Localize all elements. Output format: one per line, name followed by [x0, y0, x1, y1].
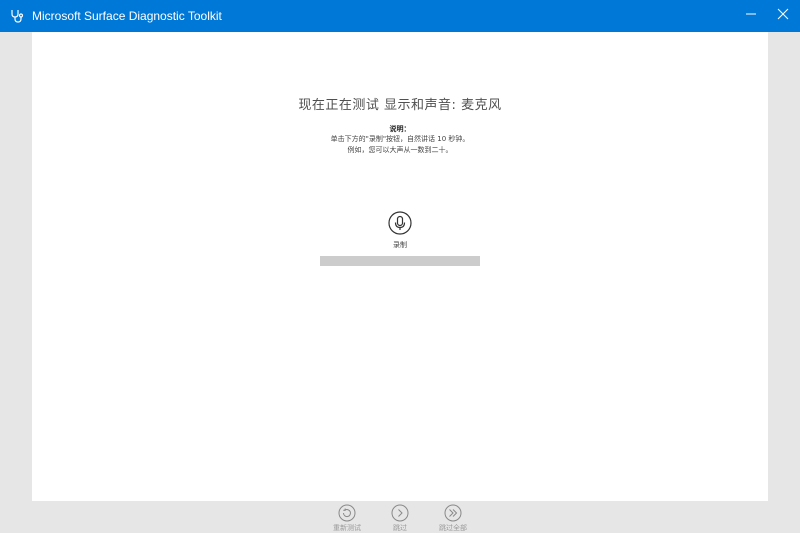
record-button[interactable]: [388, 211, 412, 235]
test-panel: 现在正在测试 显示和声音: 麦克风 说明： 单击下方的"录制"按钮，自然讲话 1…: [32, 32, 768, 501]
refresh-icon: [338, 504, 356, 522]
test-heading: 现在正在测试 显示和声音: 麦克风: [298, 98, 502, 113]
minimize-icon: [745, 7, 757, 25]
skip-button[interactable]: 跳过: [370, 503, 430, 533]
skip-all-label: 跳过全部: [439, 524, 467, 532]
chevron-right-icon: [391, 504, 409, 522]
instructions-title: 说明：: [389, 125, 411, 133]
close-icon: [777, 7, 789, 25]
title-bar: Microsoft Surface Diagnostic Toolkit: [0, 0, 800, 32]
skip-label: 跳过: [393, 524, 407, 532]
retest-button[interactable]: 重新测试: [317, 503, 377, 533]
instruction-line: 例如，您可以大声从一数到二十。: [347, 146, 453, 154]
close-button[interactable]: [765, 0, 800, 32]
audio-level-bar: [320, 256, 480, 266]
minimize-button[interactable]: [733, 0, 769, 32]
skip-all-button[interactable]: 跳过全部: [423, 503, 483, 533]
stethoscope-icon: [9, 8, 25, 24]
instruction-line: 单击下方的"录制"按钮，自然讲话 10 秒钟。: [330, 135, 470, 143]
double-chevron-right-icon: [444, 504, 462, 522]
microphone-icon: [388, 211, 412, 239]
window-title: Microsoft Surface Diagnostic Toolkit: [32, 9, 222, 23]
retest-label: 重新测试: [333, 524, 361, 532]
record-label: 录制: [393, 241, 407, 249]
